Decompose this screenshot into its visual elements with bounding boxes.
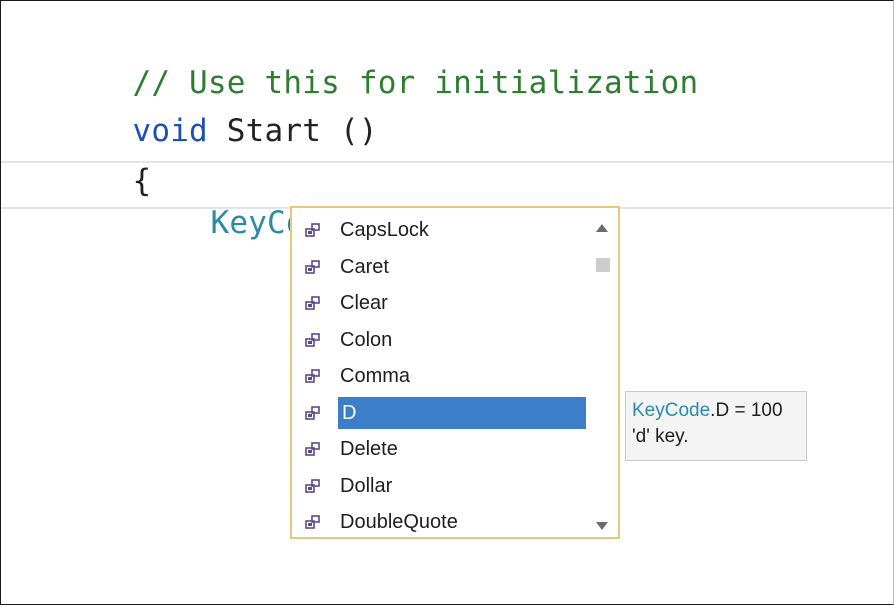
completion-item-label: CapsLock — [340, 219, 429, 242]
tooltip-type-name: KeyCode — [632, 400, 711, 421]
scroll-down-arrow-icon[interactable] — [594, 518, 610, 534]
intellisense-completion-list[interactable]: CapsLock Caret Clear Colon Comma D Delet… — [290, 206, 620, 539]
completion-item-label: Clear — [340, 292, 388, 315]
completion-item-label: Delete — [340, 438, 398, 461]
completion-item[interactable]: CapsLock — [298, 212, 590, 249]
enum-member-icon — [300, 220, 326, 240]
completion-item[interactable]: Colon — [298, 322, 590, 359]
completion-item[interactable]: Caret — [298, 249, 590, 286]
enum-member-icon — [300, 403, 326, 423]
completion-item[interactable]: DoubleQuote — [298, 504, 590, 541]
scroll-thumb[interactable] — [596, 258, 610, 272]
scroll-up-arrow-icon[interactable] — [594, 220, 610, 236]
enum-member-icon — [300, 439, 326, 459]
quick-info-tooltip: KeyCode.D = 100 'd' key. — [625, 391, 807, 461]
completion-item-label: Comma — [340, 365, 411, 388]
method-signature: Start () — [207, 113, 378, 149]
completion-item[interactable]: Delete — [298, 431, 590, 468]
code-editor[interactable]: // Use this for initialization void Star… — [0, 0, 894, 605]
completion-item[interactable]: Clear — [298, 285, 590, 322]
enum-member-icon — [300, 476, 326, 496]
completion-item-label: Caret — [340, 255, 389, 278]
completion-item-label: Colon — [340, 328, 393, 351]
enum-member-icon — [300, 366, 326, 386]
completion-scrollbar[interactable] — [590, 212, 614, 534]
enum-member-icon — [300, 512, 326, 532]
completion-items: CapsLock Caret Clear Colon Comma D Delet… — [298, 212, 590, 541]
tooltip-member-value: .D = 100 — [710, 400, 783, 421]
completion-item-label: Dollar — [340, 474, 393, 497]
enum-member-icon — [300, 293, 326, 313]
completion-item[interactable]: Dollar — [298, 468, 590, 505]
enum-member-icon — [300, 330, 326, 350]
completion-item-label: D — [338, 396, 586, 429]
completion-item[interactable]: Comma — [298, 358, 590, 395]
enum-member-icon — [300, 257, 326, 277]
tooltip-signature: KeyCode.D = 100 — [632, 398, 806, 424]
completion-item-selected[interactable]: D — [298, 395, 590, 432]
completion-item-label: DoubleQuote — [340, 511, 458, 534]
tooltip-description: 'd' key. — [632, 426, 689, 447]
